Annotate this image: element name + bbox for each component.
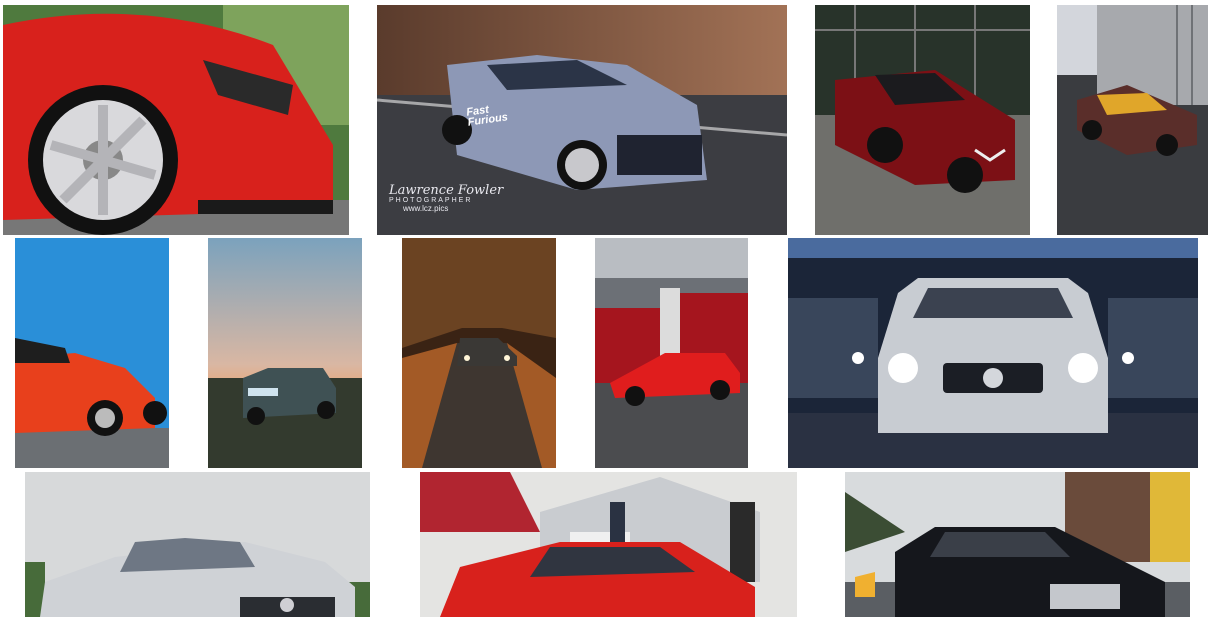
photographer-watermark: Lawrence Fowler PHOTOGRAPHER www.lcz.pic… xyxy=(389,182,504,213)
photo-amg-gt-car-meet[interactable] xyxy=(420,472,797,617)
grand-cherokee-image xyxy=(208,238,362,468)
photo-red-silvia-garage[interactable] xyxy=(815,5,1030,235)
photo-porsche-930-sky[interactable] xyxy=(15,238,169,468)
photo-fast-furious-focus[interactable]: Fast Furious Lawrence Fowler PHOTOGRAPHE… xyxy=(377,5,787,235)
photo-audi-autumn-road[interactable] xyxy=(402,238,556,468)
red-silvia-image xyxy=(815,5,1030,235)
photo-ferrari-garage-doors[interactable] xyxy=(595,238,748,468)
watermark-url: www.lcz.pics xyxy=(403,203,449,213)
audi-autumn-image xyxy=(402,238,556,468)
porsche-930-image xyxy=(15,238,169,468)
photo-black-s-class[interactable] xyxy=(845,472,1190,617)
photo-350z-warehouse[interactable] xyxy=(1057,5,1208,235)
mercedes-headlights-image xyxy=(788,238,1198,468)
amg-gt-image xyxy=(420,472,797,617)
photo-mercedes-headlights[interactable] xyxy=(788,238,1198,468)
red-car-wheel-image xyxy=(3,5,349,235)
watermark-name: Lawrence Fowler xyxy=(389,182,504,198)
photo-silver-c-cabriolet[interactable] xyxy=(25,472,370,617)
photo-grand-cherokee-dusk[interactable] xyxy=(208,238,362,468)
350z-image xyxy=(1057,5,1208,235)
photo-red-car-wheel[interactable] xyxy=(3,5,349,235)
s-class-image xyxy=(845,472,1190,617)
c-cabriolet-image xyxy=(25,472,370,617)
ferrari-image xyxy=(595,238,748,468)
